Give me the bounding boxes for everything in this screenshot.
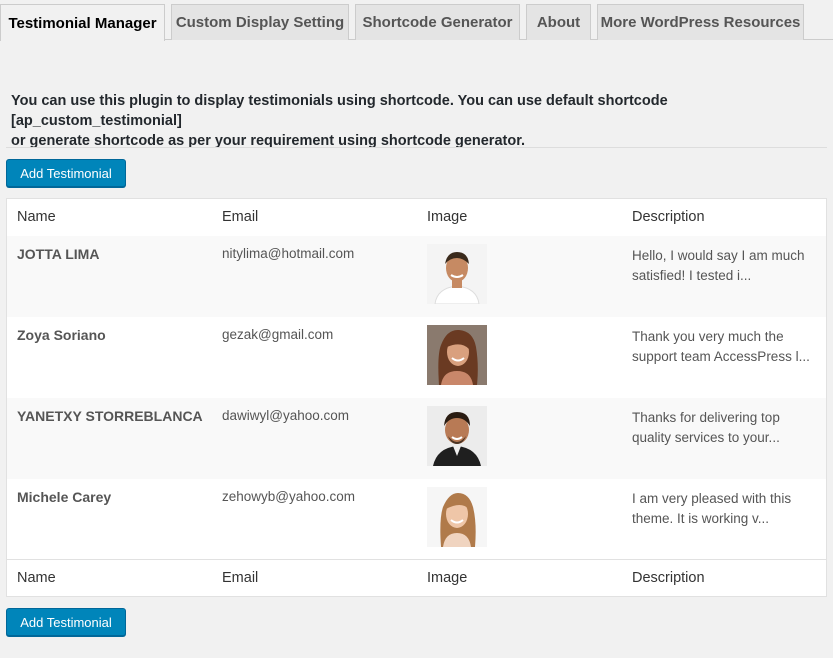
description-line: satisfied! I tested i... [632,268,752,283]
table-header: Name Email Image Description [7,199,826,237]
intro-text: You can use this plugin to display testi… [11,91,826,151]
column-footer-email[interactable]: Email [222,570,258,586]
intro-line-2: or generate shortcode as per your requir… [11,133,526,149]
table-row[interactable]: YANETXY STORREBLANCA dawiwyl@yahoo.com T… [7,398,826,479]
avatar [427,244,487,304]
column-footer-description: Description [632,570,705,586]
testimonial-name[interactable]: YANETXY STORREBLANCA [17,408,203,424]
testimonial-description: Thanks for delivering top quality servic… [632,408,817,448]
description-line: Hello, I would say I am much [632,248,805,263]
tab-about[interactable]: About [526,4,591,40]
add-testimonial-button-bottom[interactable]: Add Testimonial [6,608,126,636]
tab-testimonial-manager[interactable]: Testimonial Manager [0,4,165,41]
divider [6,147,827,148]
testimonial-description: Hello, I would say I am much satisfied! … [632,246,817,286]
column-header-image: Image [427,209,468,225]
testimonials-table: Name Email Image Description JOTTA LIMA … [6,198,827,597]
intro-line-1: You can use this plugin to display testi… [11,93,668,129]
tab-shortcode-generator[interactable]: Shortcode Generator [355,4,520,40]
testimonial-name[interactable]: JOTTA LIMA [17,246,99,262]
testimonial-email: dawiwyl@yahoo.com [222,408,350,423]
avatar [427,487,487,547]
table-row[interactable]: Michele Carey zehowyb@yahoo.com I am ver… [7,479,826,560]
testimonial-description: Thank you very much the support team Acc… [632,327,817,367]
tab-more-wordpress-resources[interactable]: More WordPress Resources [597,4,804,40]
description-line: I am very pleased with this [632,491,792,506]
tab-custom-display-setting[interactable]: Custom Display Setting [171,4,349,40]
description-line: quality services to your... [632,430,780,445]
description-line: Thanks for delivering top [632,410,780,425]
testimonial-email: zehowyb@yahoo.com [222,489,356,504]
tab-bar: Testimonial Manager Custom Display Setti… [0,0,833,41]
avatar [427,406,487,466]
testimonial-description: I am very pleased with this theme. It is… [632,489,817,529]
testimonial-email: nitylima@hotmail.com [222,246,355,261]
testimonial-name[interactable]: Zoya Soriano [17,327,106,343]
column-footer-image: Image [427,570,468,586]
column-header-description: Description [632,209,705,225]
column-header-email[interactable]: Email [222,209,258,225]
table-row[interactable]: Zoya Soriano gezak@gmail.com Thank you v… [7,317,826,398]
table-row[interactable]: JOTTA LIMA nitylima@hotmail.com Hello, I… [7,236,826,317]
description-line: support team AccessPress l... [632,349,810,364]
avatar [427,325,487,385]
description-line: theme. It is working v... [632,511,770,526]
add-testimonial-button-top[interactable]: Add Testimonial [6,159,126,187]
testimonial-name[interactable]: Michele Carey [17,489,111,505]
testimonial-email: gezak@gmail.com [222,327,334,342]
table-footer: Name Email Image Description [7,559,826,597]
description-line: Thank you very much the [632,329,784,344]
column-footer-name[interactable]: Name [17,570,56,586]
column-header-name[interactable]: Name [17,209,56,225]
